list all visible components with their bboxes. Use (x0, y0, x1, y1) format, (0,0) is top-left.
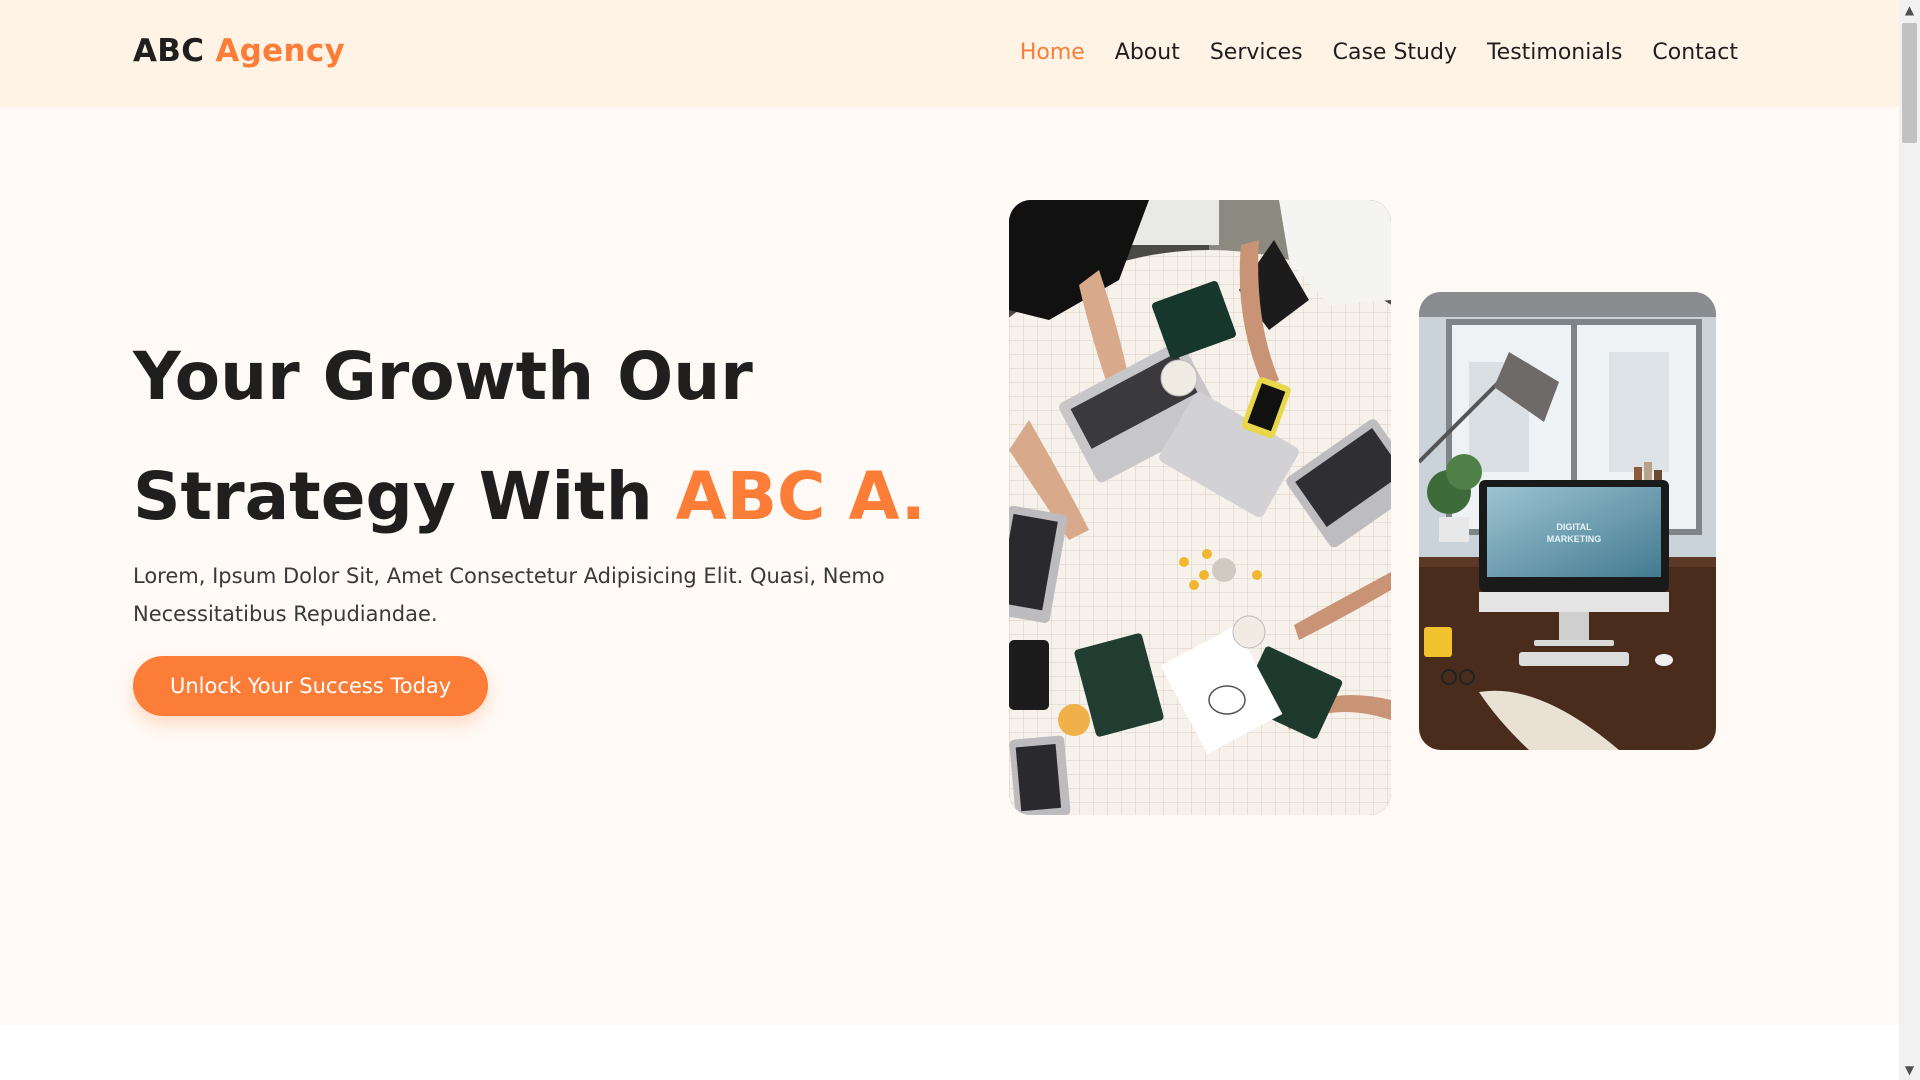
hero-title-line1: Your Growth Our (133, 338, 753, 415)
desk-photo-illustration: DIGITAL MARKETING (1419, 292, 1716, 750)
logo-accent: Agency (215, 33, 346, 69)
logo-main: ABC (133, 33, 205, 69)
hero-title-accent: ABC A. (675, 458, 926, 535)
next-section-band (0, 1025, 1899, 1080)
nav-services[interactable]: Services (1210, 40, 1303, 65)
hero-description: Lorem, Ipsum Dolor Sit, Amet Consectetur… (133, 564, 885, 626)
scroll-up-arrow-icon[interactable]: ▲ (1899, 0, 1920, 20)
scroll-down-arrow-icon[interactable]: ▼ (1899, 1060, 1920, 1080)
nav-home[interactable]: Home (1020, 40, 1085, 65)
team-photo (1009, 200, 1391, 815)
hero-section: Your Growth Our Strategy With ABC A. Lor… (0, 107, 1899, 1025)
site-header: ABC Agency Home About Services Case Stud… (0, 0, 1899, 107)
monitor-text-line2: MARKETING (1547, 534, 1602, 544)
scroll-thumb[interactable] (1902, 23, 1917, 143)
nav-testimonials[interactable]: Testimonials (1487, 40, 1622, 65)
nav-contact[interactable]: Contact (1652, 40, 1738, 65)
page-scrollbar[interactable]: ▲ ▼ (1899, 0, 1920, 1080)
nav-about[interactable]: About (1115, 40, 1180, 65)
logo[interactable]: ABC Agency (133, 33, 345, 69)
team-photo-illustration (1009, 200, 1391, 815)
nav-case-study[interactable]: Case Study (1333, 40, 1457, 65)
cta-button[interactable]: Unlock Your Success Today (133, 656, 489, 716)
main-nav: Home About Services Case Study Testimoni… (1020, 40, 1738, 65)
page: ABC Agency Home About Services Case Stud… (0, 0, 1899, 1080)
monitor-text-line1: DIGITAL (1556, 522, 1592, 532)
desk-photo: DIGITAL MARKETING (1419, 292, 1716, 750)
hero-title: Your Growth Our Strategy With ABC A. (133, 317, 926, 557)
hero-title-line2-prefix: Strategy With (133, 458, 653, 535)
